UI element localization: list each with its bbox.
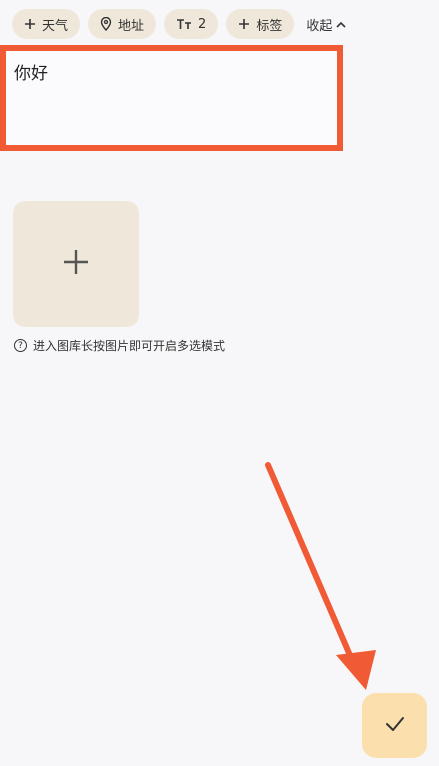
tag-chip[interactable]: 标签 — [226, 9, 295, 39]
chevron-up-icon — [336, 17, 346, 32]
text-size-icon — [176, 18, 192, 30]
gallery-hint: ? 进入图库长按图片即可开启多选模式 — [14, 337, 225, 354]
annotation-arrow-shaft — [265, 462, 355, 663]
confirm-button[interactable] — [362, 693, 427, 758]
toolbar: 天气 地址 2 标签 收起 — [12, 8, 346, 40]
address-chip[interactable]: 地址 — [88, 9, 157, 39]
font-size-chip[interactable]: 2 — [164, 9, 219, 39]
text-editor[interactable]: 你好 — [0, 45, 343, 151]
add-image-button[interactable] — [13, 201, 139, 327]
gallery-hint-text: 进入图库长按图片即可开启多选模式 — [33, 339, 226, 353]
plus-icon — [62, 248, 90, 280]
annotation-arrow-head — [336, 650, 376, 690]
question-circle-icon: ? — [14, 339, 27, 352]
location-pin-icon — [100, 17, 112, 31]
tag-chip-label: 标签 — [256, 18, 283, 34]
collapse-label: 收起 — [306, 18, 333, 34]
weather-chip-label: 天气 — [42, 18, 69, 34]
address-chip-label: 地址 — [118, 18, 145, 34]
font-size-value: 2 — [198, 16, 207, 32]
collapse-button[interactable]: 收起 — [302, 9, 346, 39]
plus-icon — [238, 18, 250, 30]
checkmark-icon — [385, 716, 405, 736]
editor-content: 你好 — [14, 64, 48, 84]
weather-chip[interactable]: 天气 — [12, 9, 81, 39]
plus-icon — [24, 18, 36, 30]
